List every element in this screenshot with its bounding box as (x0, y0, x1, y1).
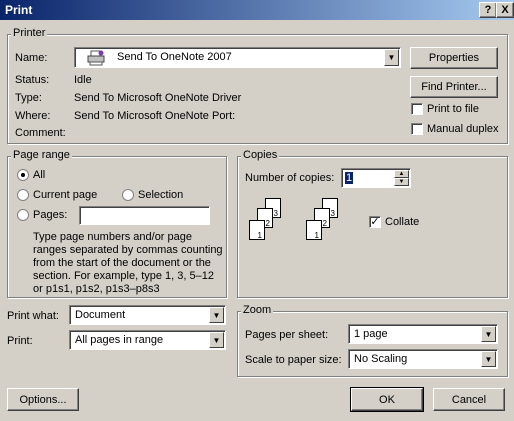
chevron-down-icon[interactable]: ▼ (481, 351, 496, 367)
all-label[interactable]: All (33, 169, 45, 181)
hint-line: from the start of the document or the (33, 257, 211, 269)
options-button[interactable]: Options... (7, 388, 79, 411)
chevron-down-icon[interactable]: ▼ (384, 49, 399, 66)
page-range-hint: Type page numbers and/or page ranges sep… (33, 231, 223, 296)
where-label: Where: (15, 110, 51, 122)
help-button[interactable]: ? (479, 2, 497, 18)
current-page-radio[interactable] (17, 189, 29, 201)
number-of-copies-spinner[interactable]: 1 ▲ ▼ (341, 168, 411, 188)
hint-line: ranges separated by commas counting (33, 244, 223, 256)
number-of-copies-label: Number of copies: (245, 172, 335, 184)
spin-down-icon[interactable]: ▼ (394, 178, 409, 186)
type-label: Type: (15, 92, 42, 104)
page-icon-1: 1 (306, 220, 322, 240)
printer-name-value: Send To OneNote 2007 (117, 51, 232, 63)
chevron-down-icon[interactable]: ▼ (209, 332, 224, 348)
selection-radio[interactable] (122, 189, 134, 201)
scale-to-paper-size-value: No Scaling (354, 353, 408, 365)
pages-per-sheet-value: 1 page (354, 328, 388, 340)
pages-radio[interactable] (17, 209, 29, 221)
pages-per-sheet-label: Pages per sheet: (245, 329, 329, 341)
scale-to-paper-size-combo[interactable]: No Scaling ▼ (348, 349, 498, 369)
printer-name-combo[interactable]: Send To OneNote 2007 ▼ (74, 47, 401, 68)
hint-line: Type page numbers and/or page (33, 231, 193, 243)
collate-pages-illustration-2: 3 2 1 (302, 196, 342, 248)
title-bar: Print ? X (0, 0, 514, 20)
number-of-copies-value: 1 (345, 172, 354, 184)
print-to-file-checkbox[interactable] (411, 103, 423, 115)
comment-label: Comment: (15, 127, 66, 139)
print-what-label: Print what: (7, 310, 59, 322)
status-label: Status: (15, 74, 50, 86)
hint-line: or p1s1, p1s2, p1s3–p8s3 (33, 283, 160, 295)
print-what-combo[interactable]: Document ▼ (69, 305, 226, 325)
page-icon-1: 1 (249, 220, 265, 240)
collate-checkbox[interactable]: ✓ (369, 216, 381, 228)
ok-button[interactable]: OK (350, 387, 424, 412)
zoom-legend: Zoom (241, 304, 274, 316)
close-button[interactable]: X (496, 2, 514, 18)
spin-up-icon[interactable]: ▲ (394, 170, 409, 178)
printer-name-label: Name: (15, 52, 48, 64)
print-combo[interactable]: All pages in range ▼ (69, 330, 226, 350)
print-to-file-label[interactable]: Print to file (427, 103, 479, 115)
find-printer-button[interactable]: Find Printer... (410, 76, 498, 98)
chevron-down-icon[interactable]: ▼ (481, 326, 496, 342)
pages-per-sheet-combo[interactable]: 1 page ▼ (348, 324, 498, 344)
printer-legend: Printer (11, 27, 48, 39)
window-title: Print (5, 3, 33, 17)
hint-line: section. For example, type 1, 3, 5–12 (33, 270, 214, 282)
pages-label[interactable]: Pages: (33, 209, 67, 221)
all-radio[interactable] (17, 169, 29, 181)
collate-pages-illustration-1: 3 2 1 (245, 196, 285, 248)
print-value: All pages in range (75, 334, 164, 346)
copies-legend: Copies (241, 149, 280, 161)
printer-icon (87, 50, 105, 69)
manual-duplex-label[interactable]: Manual duplex (427, 123, 499, 135)
selection-label[interactable]: Selection (138, 189, 183, 201)
status-value: Idle (74, 74, 92, 86)
properties-button[interactable]: Properties (410, 47, 498, 69)
print-label: Print: (7, 335, 33, 347)
type-value: Send To Microsoft OneNote Driver (74, 92, 242, 104)
collate-label[interactable]: Collate (385, 216, 419, 228)
print-what-value: Document (75, 309, 126, 321)
cancel-button[interactable]: Cancel (433, 388, 505, 411)
current-page-label[interactable]: Current page (33, 189, 97, 201)
pages-input[interactable] (79, 206, 210, 225)
page-range-legend: Page range (11, 149, 72, 161)
chevron-down-icon[interactable]: ▼ (209, 307, 224, 323)
manual-duplex-checkbox[interactable] (411, 123, 423, 135)
where-value: Send To Microsoft OneNote Port: (74, 110, 236, 122)
scale-to-paper-size-label: Scale to paper size: (245, 354, 342, 366)
